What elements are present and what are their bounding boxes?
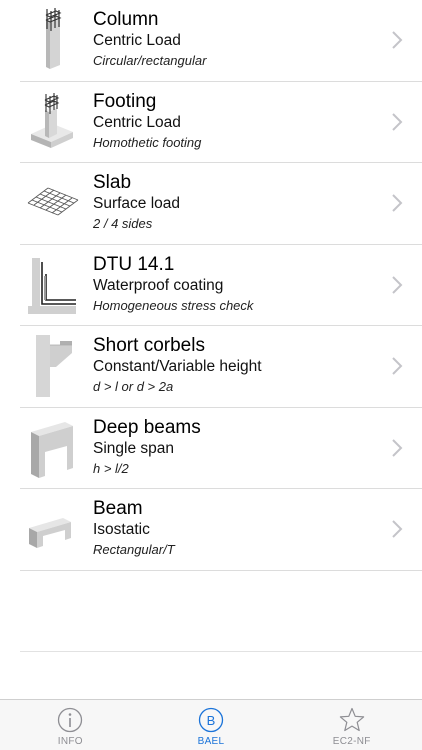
dtu-icon [22, 251, 82, 319]
item-subtitle: Centric Load [93, 32, 181, 49]
item-description: Circular/rectangular [93, 53, 207, 68]
item-subtitle: Waterproof coating [93, 276, 224, 294]
item-title: Slab [93, 172, 132, 193]
list-item-beam[interactable]: Beam Isostatic Rectangular/T [20, 489, 422, 571]
chevron-right-icon [392, 112, 403, 131]
item-subtitle: Single span [93, 439, 175, 457]
item-title: Deep beams [93, 416, 201, 438]
chevron-right-icon [392, 194, 403, 212]
item-subtitle: Constant/Variable height [93, 358, 262, 375]
chevron-right-icon [392, 31, 403, 49]
item-title: DTU 14.1 [93, 253, 175, 275]
item-title: Column [93, 9, 159, 30]
chevron-right-icon [392, 275, 403, 294]
item-subtitle: Isostatic [93, 521, 150, 538]
list-item-column[interactable]: Column Centric Load Circular/rectangular [20, 0, 422, 82]
deep-beam-icon [22, 414, 82, 482]
list-divider [20, 651, 422, 652]
tab-label: EC2-NF [332, 736, 371, 747]
list-item-short-corbels[interactable]: Short corbels Constant/Variable height d… [20, 326, 422, 408]
item-title: Footing [93, 90, 157, 112]
item-description: h > l/2 [93, 460, 129, 476]
corbel-icon [22, 332, 82, 400]
column-icon [22, 6, 82, 74]
list-item-slab[interactable]: Slab Surface load 2 / 4 sides [20, 163, 422, 245]
item-description: Homogeneous stress check [93, 297, 254, 313]
item-title: Beam [93, 498, 143, 519]
tab-label: INFO [57, 736, 83, 747]
chevron-right-icon [392, 438, 403, 457]
star-icon [339, 707, 364, 732]
item-description: Homothetic footing [93, 134, 202, 150]
footing-icon [22, 88, 82, 156]
chevron-right-icon [392, 520, 403, 538]
tab-ec2-nf[interactable]: EC2-NF [281, 700, 422, 750]
item-subtitle: Centric Load [93, 113, 181, 131]
info-icon [58, 707, 83, 733]
item-title: Short corbels [93, 335, 205, 356]
list-item-footing[interactable]: Footing Centric Load Homothetic footing [20, 82, 422, 163]
list-item-dtu[interactable]: DTU 14.1 Waterproof coating Homogeneous … [20, 245, 422, 326]
slab-icon [22, 169, 82, 237]
item-description: 2 / 4 sides [93, 216, 153, 231]
list-item-deep-beams[interactable]: Deep beams Single span h > l/2 [20, 408, 422, 489]
beam-icon [22, 495, 82, 563]
tab-bar: INFO B BAEL EC2-NF [0, 699, 422, 750]
tab-bael[interactable]: B BAEL [141, 700, 282, 750]
item-description: d > l or d > 2a [93, 379, 174, 394]
item-description: Rectangular/T [93, 542, 175, 557]
element-list: Column Centric Load Circular/rectangular [0, 0, 422, 571]
b-circle-icon: B [198, 707, 224, 733]
chevron-right-icon [392, 357, 403, 375]
svg-text:B: B [207, 713, 216, 728]
tab-info[interactable]: INFO [0, 700, 141, 750]
tab-label: BAEL [197, 736, 225, 747]
item-subtitle: Surface load [93, 195, 181, 212]
